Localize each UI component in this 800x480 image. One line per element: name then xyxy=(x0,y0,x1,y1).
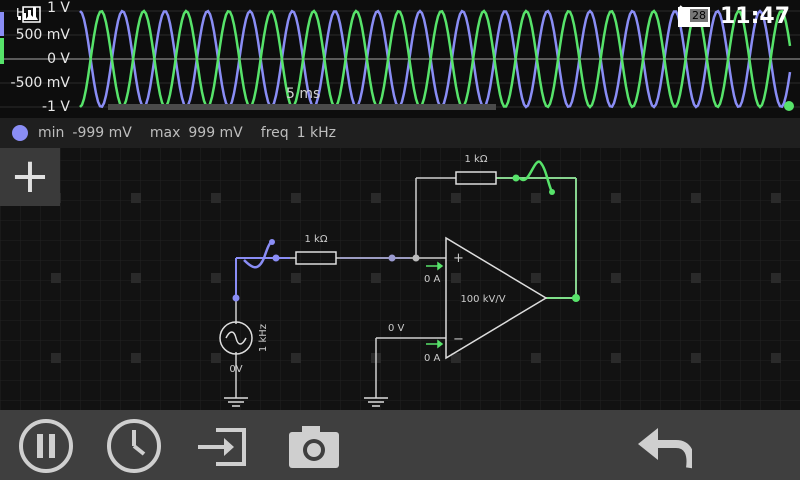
feedback-resistor-label: 1 kΩ xyxy=(465,154,488,165)
export-icon xyxy=(198,428,246,466)
oscilloscope-panel[interactable]: 1 V 500 mV 0 V -500 mV -1 V 5 ms H 28 11… xyxy=(0,0,800,118)
opamp-plus: + xyxy=(453,251,464,266)
scope-ylabel-0v: 0 V xyxy=(47,51,70,67)
signal-indicator: H xyxy=(16,6,41,23)
clock-button[interactable] xyxy=(106,418,162,474)
source-freq-label: 1 kHz xyxy=(258,324,269,352)
opamp-minus: − xyxy=(453,332,464,347)
min-value: -999 mV xyxy=(72,125,132,141)
plus-icon: + xyxy=(9,148,51,204)
inminus-current-label: 0 A xyxy=(424,353,441,364)
freq-label: freq xyxy=(260,125,289,141)
undo-button[interactable] xyxy=(636,418,692,474)
undo-icon xyxy=(638,428,692,469)
inplus-current-label: 0 A xyxy=(424,274,441,285)
input-resistor-label: 1 kΩ xyxy=(305,234,328,245)
inminus-voltage-label: 0 V xyxy=(388,323,405,334)
battery-level: 28 xyxy=(689,8,708,22)
source-ground-label: 0V xyxy=(229,364,242,375)
clock-icon xyxy=(107,419,161,473)
scope-ylabel-neg1v: -1 V xyxy=(42,99,70,115)
circuit-schematic[interactable]: 1 kΩ 1 kΩ + − 100 kV/V 0 A 0 A 0 V 1 kHz… xyxy=(0,148,800,410)
pause-icon xyxy=(19,419,73,473)
max-label: max xyxy=(149,125,181,141)
max-value: 999 mV xyxy=(188,125,243,141)
bottom-toolbar xyxy=(0,410,800,480)
timebase-scrollbar[interactable] xyxy=(108,104,496,110)
export-button[interactable] xyxy=(194,418,250,474)
measurement-info-row: min -999 mV max 999 mV freq 1 kHz xyxy=(0,118,800,148)
scope-ylabel-neg500mv: -500 mV xyxy=(10,75,70,91)
camera-icon xyxy=(289,426,339,468)
pause-button[interactable] xyxy=(18,418,74,474)
status-bar: H 28 11:47 xyxy=(0,0,800,36)
add-component-button[interactable]: + xyxy=(0,148,60,206)
screenshot-button[interactable] xyxy=(286,418,342,474)
timebase-label: 5 ms xyxy=(286,86,321,102)
clock-time: 11:47 xyxy=(719,4,790,29)
battery-icon: 28 xyxy=(677,6,710,27)
freq-value: 1 kHz xyxy=(296,125,336,141)
trace-color-indicator[interactable] xyxy=(12,125,28,141)
trace-end-marker xyxy=(784,101,794,111)
opamp-gain-label: 100 kV/V xyxy=(460,294,505,305)
gallery-icon xyxy=(22,6,41,23)
circuit-canvas[interactable]: 1 kΩ 1 kΩ + − 100 kV/V 0 A 0 A 0 V 1 kHz… xyxy=(0,148,800,410)
min-label: min xyxy=(38,125,65,141)
